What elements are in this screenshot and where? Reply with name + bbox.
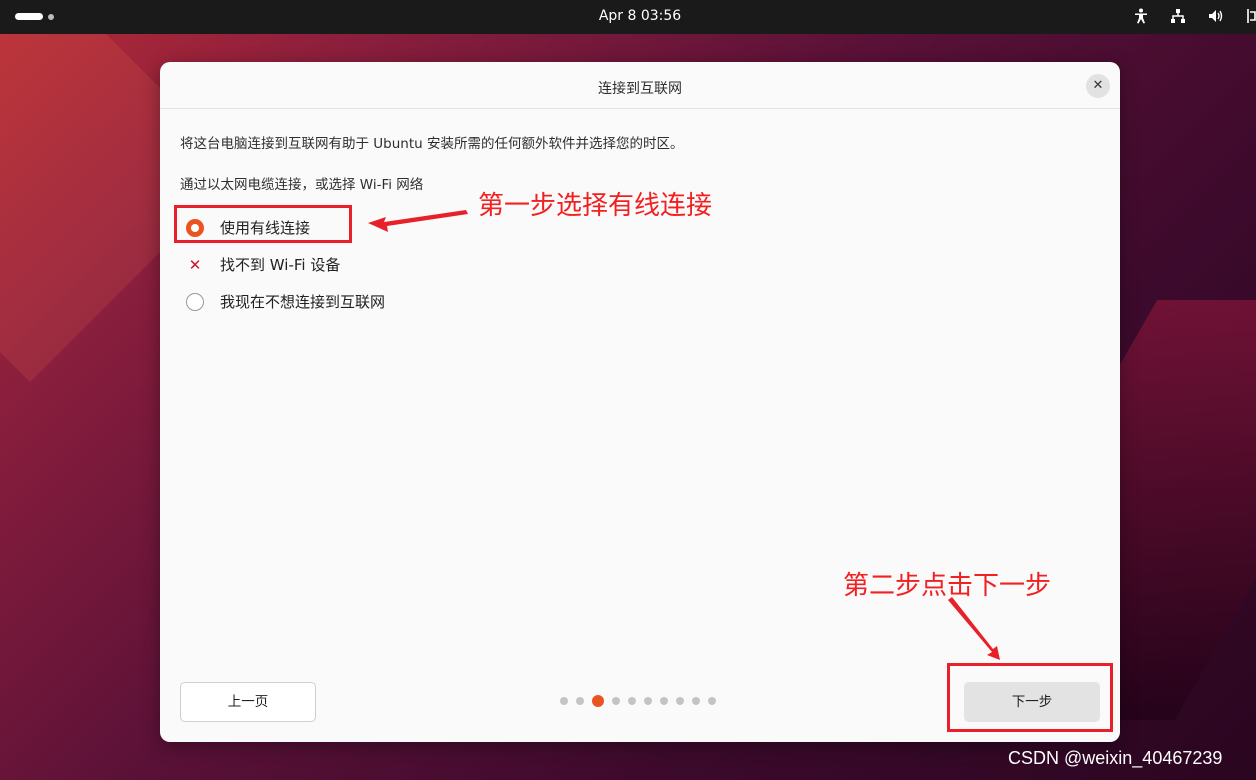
page-dot (560, 697, 568, 705)
workspace-indicator (48, 13, 54, 20)
activities-button[interactable] (15, 13, 54, 20)
page-dot (612, 697, 620, 705)
annotation-highlight-box (174, 205, 352, 243)
page-dot (708, 697, 716, 705)
dialog-title: 连接到互联网 (598, 81, 682, 97)
option-label: 找不到 Wi-Fi 设备 (220, 256, 341, 274)
workspace-active-indicator (15, 13, 43, 20)
page-dot (660, 697, 668, 705)
annotation-step2: 第二步点击下一步 (843, 571, 1052, 601)
page-dot (692, 697, 700, 705)
volume-icon[interactable] (1208, 8, 1224, 28)
subtitle-text: 通过以太网电缆连接，或选择 Wi-Fi 网络 (180, 177, 424, 193)
unavailable-x-icon: ✕ (188, 255, 202, 274)
back-button[interactable]: 上一页 (180, 682, 316, 722)
page-dot (576, 697, 584, 705)
system-tray[interactable] (1134, 8, 1256, 28)
close-button[interactable]: ✕ (1086, 74, 1110, 98)
dialog-header: 连接到互联网 ✕ (160, 62, 1120, 109)
accessibility-icon[interactable] (1134, 8, 1148, 28)
option-no-wifi-device: ✕ 找不到 Wi-Fi 设备 (186, 254, 341, 275)
network-wired-icon[interactable] (1170, 8, 1186, 28)
option-label: 我现在不想连接到互联网 (220, 293, 386, 311)
clock[interactable]: Apr 8 03:56 (560, 8, 720, 24)
page-dot-active (592, 695, 604, 707)
page-indicator (560, 695, 716, 707)
battery-icon[interactable] (1246, 8, 1256, 28)
connect-internet-dialog: 连接到互联网 ✕ 将这台电脑连接到互联网有助于 Ubuntu 安装所需的任何额外… (160, 62, 1120, 742)
radio-unselected-icon[interactable] (186, 292, 204, 311)
page-dot (628, 697, 636, 705)
intro-text: 将这台电脑连接到互联网有助于 Ubuntu 安装所需的任何额外软件并选择您的时区… (180, 136, 684, 152)
option-no-internet[interactable]: 我现在不想连接到互联网 (186, 291, 385, 312)
watermark: CSDN @weixin_40467239 (1008, 748, 1223, 768)
annotation-step1: 第一步选择有线连接 (478, 191, 713, 221)
page-dot (644, 697, 652, 705)
top-bar: Apr 8 03:56 (0, 0, 1256, 34)
next-button[interactable]: 下一步 (964, 682, 1100, 722)
page-dot (676, 697, 684, 705)
desktop: Apr 8 03:56 连接到互联网 ✕ 将这台电脑连接到互联网有助于 Ubun… (0, 0, 1256, 780)
